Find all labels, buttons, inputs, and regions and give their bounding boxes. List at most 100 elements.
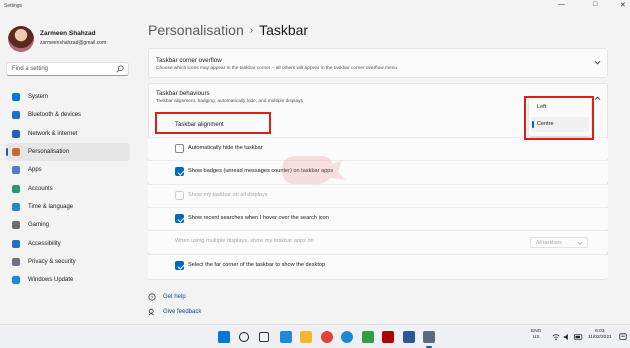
far-corner-checkbox[interactable]	[175, 261, 184, 270]
sidebar-item-label: Apps	[28, 167, 42, 174]
far-corner-label: Select the far corner of the taskbar to …	[188, 262, 326, 268]
wifi-icon	[12, 129, 20, 138]
sidebar-item-bluetooth-devices[interactable]: Bluetooth & devices	[6, 106, 130, 124]
user-name: Zarmeen Shahzad	[40, 30, 96, 37]
search-icon[interactable]	[238, 332, 249, 342]
task-view-icon[interactable]	[259, 332, 269, 342]
breadcrumb-separator: ›	[249, 25, 254, 36]
sidebar-item-time-language[interactable]: Time & language	[6, 198, 130, 216]
edge-icon[interactable]	[341, 331, 353, 343]
maximize-button[interactable]: □	[593, 1, 597, 8]
highlight-box-alignment	[155, 112, 271, 134]
sidebar-item-system[interactable]: System	[6, 88, 130, 106]
store-icon[interactable]	[361, 331, 374, 343]
word-icon[interactable]	[402, 331, 415, 343]
sidebar-item-network-internet[interactable]: Network & internet	[6, 125, 130, 143]
all-displays-label: Show my taskbar on all displays	[188, 192, 268, 198]
show-badges-checkbox[interactable]	[175, 167, 184, 176]
sidebar-item-windows-update[interactable]: Windows Update	[6, 271, 130, 289]
page-title: Personalisation › Taskbar	[148, 22, 308, 38]
get-help-link[interactable]: ? Get help	[148, 293, 186, 301]
nav-list: System Bluetooth & devices Network & inter…	[6, 88, 130, 289]
chevron-up-icon[interactable]	[594, 95, 601, 101]
notification-icon[interactable]	[619, 333, 627, 341]
netflix-icon[interactable]	[382, 331, 394, 343]
give-feedback-label: Give feedback	[163, 309, 202, 315]
search-placeholder: Find a setting	[12, 66, 49, 72]
gamepad-icon	[12, 221, 20, 230]
monitor-icon	[12, 93, 20, 102]
bluetooth-icon	[12, 111, 20, 120]
chrome-icon[interactable]	[320, 331, 333, 343]
taskbar-corner-overflow-card[interactable]: Taskbar corner overflow Choose which ico…	[148, 48, 608, 78]
watermark-logo	[282, 155, 346, 185]
multi-display-value: All taskbars	[536, 240, 562, 246]
sidebar-item-label: Gaming	[28, 222, 50, 229]
recent-searches-label: Show recent searches when I hover over t…	[188, 215, 329, 221]
all-displays-checkbox	[175, 191, 184, 200]
settings-icon[interactable]	[423, 331, 435, 348]
auto-hide-label: Automatically hide the taskbar	[188, 145, 263, 151]
search-input[interactable]: Find a setting	[6, 62, 129, 76]
shield-icon	[12, 257, 20, 266]
far-corner-row[interactable]: Select the far corner of the taskbar to …	[148, 254, 608, 278]
file-explorer-icon[interactable]	[300, 331, 312, 343]
overflow-title: Taskbar corner overflow	[156, 57, 222, 64]
update-icon	[12, 276, 20, 285]
chevron-down-icon	[577, 241, 583, 245]
sidebar-item-apps[interactable]: Apps	[6, 161, 130, 179]
minimize-button[interactable]: —	[558, 1, 565, 8]
sidebar-item-label: Time & language	[28, 203, 74, 210]
sidebar-item-label: System	[28, 94, 49, 101]
taskbar: ENG US 6:03 11/02/2021	[0, 324, 630, 348]
battery-icon[interactable]	[574, 333, 583, 341]
avatar	[8, 26, 34, 52]
sidebar-item-accessibility[interactable]: Accessibility	[6, 234, 130, 252]
sidebar-item-label: Network & internet	[28, 130, 78, 137]
widgets-icon[interactable]	[279, 331, 292, 343]
search-icon[interactable]	[116, 65, 124, 73]
sidebar-item-label: Accessibility	[28, 240, 61, 247]
person-icon	[12, 184, 20, 193]
title-bar: Settings — □ ✕	[0, 0, 630, 12]
sidebar-item-accounts[interactable]: Accounts	[6, 179, 130, 197]
accessibility-icon	[12, 239, 20, 248]
breadcrumb-personalisation[interactable]: Personalisation	[148, 22, 244, 38]
help-icon: ?	[148, 293, 156, 301]
all-displays-row: Show my taskbar on all displays	[148, 184, 608, 206]
sidebar-item-label: Personalisation	[28, 149, 70, 156]
sidebar: Zarmeen Shahzad zarmeenshahzad@gmail.com…	[0, 12, 136, 324]
sidebar-item-gaming[interactable]: Gaming	[6, 216, 130, 234]
sidebar-item-privacy-security[interactable]: Privacy & security	[6, 253, 130, 271]
auto-hide-row[interactable]: Automatically hide the taskbar	[148, 137, 608, 159]
windows-start-icon[interactable]	[218, 331, 230, 343]
sidebar-item-label: Bluetooth & devices	[28, 112, 82, 119]
chevron-down-icon[interactable]	[594, 60, 601, 66]
recent-searches-checkbox[interactable]	[175, 214, 184, 223]
behaviours-title: Taskbar behaviours	[156, 90, 210, 97]
show-badges-row[interactable]: Show badges (unread messages counter) on…	[148, 160, 608, 182]
user-profile[interactable]: Zarmeen Shahzad zarmeenshahzad@gmail.com	[8, 26, 133, 62]
volume-icon[interactable]	[563, 333, 571, 341]
app-title: Settings	[4, 3, 23, 9]
apps-icon	[12, 166, 20, 175]
behaviours-subtitle: Taskbar alignment, badging, automaticall…	[156, 99, 303, 104]
sidebar-item-label: Windows Update	[28, 277, 74, 284]
sidebar-item-label: Accounts	[28, 185, 53, 192]
get-help-label: Get help	[163, 294, 186, 300]
close-button[interactable]: ✕	[620, 1, 626, 9]
region-code: US	[532, 335, 540, 340]
sidebar-item-label: Privacy & security	[28, 258, 76, 265]
clock[interactable]: 6:03 11/02/2021	[588, 329, 612, 341]
multi-display-label: When using multiple displays, show my ta…	[175, 238, 314, 244]
auto-hide-checkbox[interactable]	[175, 144, 184, 153]
user-email: zarmeenshahzad@gmail.com	[40, 40, 107, 46]
sidebar-item-personalisation[interactable]: Personalisation	[6, 142, 130, 162]
feedback-icon	[148, 308, 154, 316]
clock-date: 11/02/2021	[588, 335, 612, 340]
recent-searches-row[interactable]: Show recent searches when I hover over t…	[148, 207, 608, 229]
highlight-box-menu	[524, 96, 594, 140]
language-indicator[interactable]: ENG US	[531, 329, 541, 341]
give-feedback-link[interactable]: Give feedback	[148, 308, 201, 316]
wifi-icon[interactable]	[552, 333, 560, 341]
